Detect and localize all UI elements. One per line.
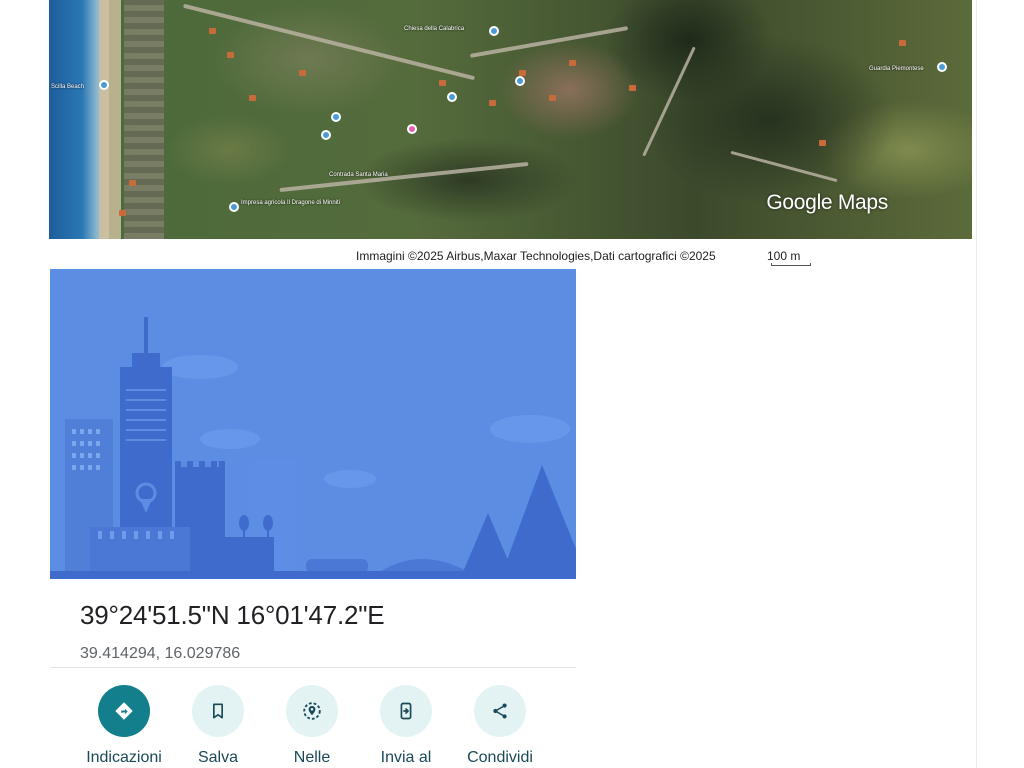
map-building — [249, 95, 256, 101]
send-to-phone-button[interactable]: Invia al — [356, 685, 456, 767]
beach-strip — [99, 0, 121, 239]
map-place-pin[interactable] — [229, 202, 239, 212]
railway-line — [124, 0, 164, 239]
nearby-button[interactable]: Nelle — [262, 685, 362, 767]
map-scale-bar — [771, 263, 811, 266]
map-building — [569, 60, 576, 66]
map-place-pin[interactable] — [331, 112, 341, 122]
coordinates-dms: 39°24'51.5"N 16°01'47.2"E — [80, 600, 385, 630]
map-road — [642, 46, 696, 157]
map-label: Guardia Piemontese — [869, 66, 924, 72]
map-scale-label: 100 m — [767, 249, 801, 263]
location-illustration — [50, 269, 576, 579]
google-maps-logo: Google Maps — [766, 191, 888, 214]
save-button[interactable]: Salva — [168, 685, 268, 767]
action-row: Indicazioni Salva Nelle Invia al Condivi… — [74, 685, 574, 768]
map-place-pin[interactable] — [447, 92, 457, 102]
map-building — [489, 100, 496, 106]
map-road — [279, 161, 529, 193]
nearby-label: Nelle — [293, 749, 331, 766]
directions-icon — [98, 685, 150, 737]
map-building — [209, 28, 216, 34]
send-to-phone-label: Invia al — [380, 749, 432, 766]
map-attribution-text: Immagini ©2025 Airbus,Maxar Technologies… — [356, 249, 716, 263]
directions-label: Indicazioni — [86, 749, 162, 766]
map-place-pin[interactable] — [489, 26, 499, 36]
map-building — [129, 180, 136, 186]
map-building — [299, 70, 306, 76]
map-label: Scilla Beach — [51, 84, 85, 90]
city-skyline-illustration — [50, 269, 576, 579]
satellite-map[interactable]: Chiesa della Calabrica Scilla Beach Impr… — [49, 0, 972, 239]
map-attribution-bar: Immagini ©2025 Airbus,Maxar Technologies… — [49, 239, 972, 269]
share-icon — [474, 685, 526, 737]
map-road — [730, 150, 838, 183]
map-building — [549, 95, 556, 101]
map-label: Chiesa della Calabrica — [404, 26, 465, 32]
map-building — [439, 80, 446, 86]
share-button[interactable]: Condividi — [450, 685, 550, 767]
map-place-pin[interactable] — [937, 62, 947, 72]
map-place-pin[interactable] — [515, 76, 525, 86]
map-place-pin[interactable] — [407, 124, 417, 134]
map-place-pin[interactable] — [99, 80, 109, 90]
map-building — [899, 40, 906, 46]
send-to-phone-icon — [380, 685, 432, 737]
map-road — [182, 3, 476, 81]
map-label: Contrada Santa Maria — [329, 172, 388, 178]
directions-button[interactable]: Indicazioni — [74, 685, 174, 767]
map-building — [227, 52, 234, 58]
panel-edge — [976, 0, 977, 768]
map-building — [819, 140, 826, 146]
nearby-icon — [286, 685, 338, 737]
section-divider — [50, 667, 576, 668]
map-place-pin[interactable] — [321, 130, 331, 140]
share-label: Condividi — [467, 749, 533, 766]
map-label: Impresa agricola Il Dragone di Minniti — [241, 200, 341, 206]
coordinates-decimal: 39.414294, 16.029786 — [80, 645, 241, 662]
map-building — [119, 210, 126, 216]
bookmark-icon — [192, 685, 244, 737]
map-building — [629, 85, 636, 91]
save-label: Salva — [197, 749, 239, 766]
